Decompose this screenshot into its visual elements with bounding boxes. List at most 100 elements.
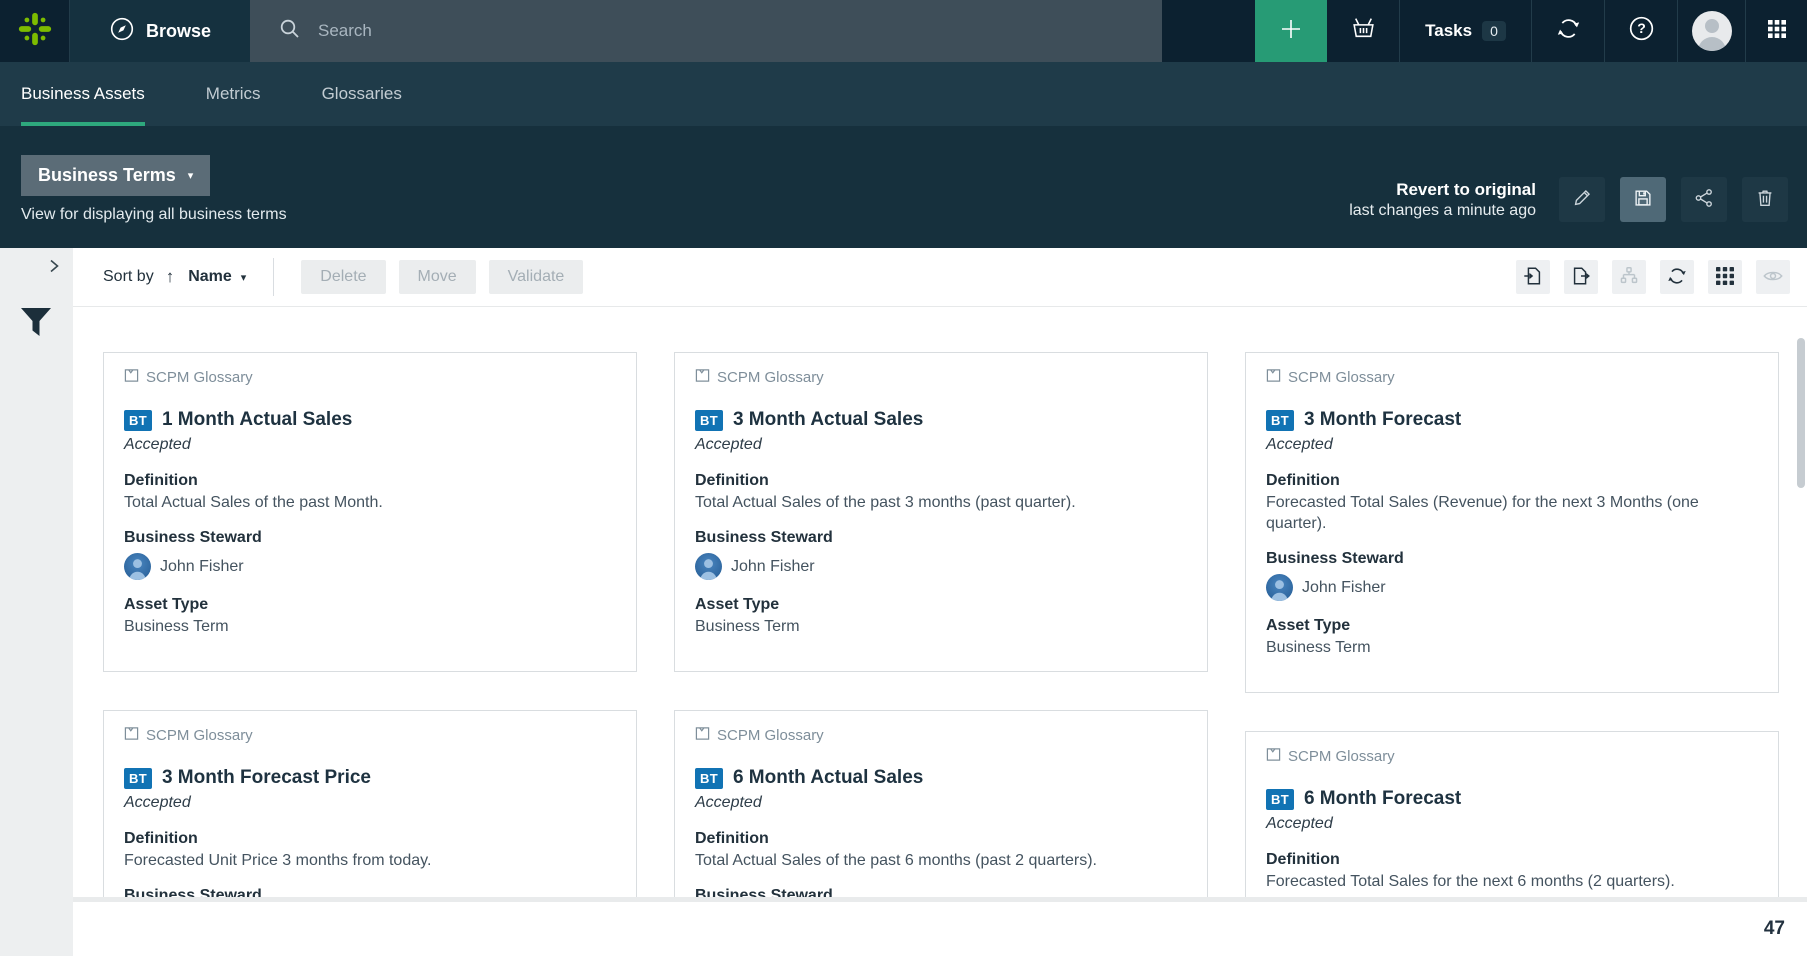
refresh-button[interactable] — [1660, 260, 1694, 294]
steward-label: Business Steward — [124, 885, 616, 897]
asset-type-section: Asset Type Business Term — [695, 594, 1187, 637]
definition-text: Total Actual Sales of the past Month. — [124, 492, 616, 513]
definition-label: Definition — [124, 828, 616, 850]
main-area: Sort by ↑ Name ▾ Delete Move Validate — [0, 248, 1807, 956]
tile-view-button[interactable] — [1708, 260, 1742, 294]
import-button[interactable] — [1516, 260, 1550, 294]
sort-field-dropdown[interactable]: Name ▾ — [188, 268, 246, 286]
glossary-icon — [1266, 747, 1281, 766]
view-selector-button[interactable]: Business Terms ▾ — [21, 155, 210, 196]
domain-name: SCPM Glossary — [1288, 369, 1395, 386]
export-button[interactable] — [1564, 260, 1598, 294]
result-count: 47 — [1764, 918, 1785, 940]
card-title[interactable]: 3 Month Forecast Price — [162, 767, 371, 789]
definition-text: Forecasted Unit Price 3 months from toda… — [124, 850, 616, 871]
help-button[interactable]: ? — [1604, 0, 1677, 62]
tab-business-assets[interactable]: Business Assets — [21, 62, 145, 126]
data-basket-button[interactable] — [1327, 0, 1399, 62]
asset-type-value: Business Term — [124, 616, 616, 637]
glossary-icon — [124, 368, 139, 387]
grid-view-icon — [1715, 266, 1735, 289]
preview-button[interactable] — [1756, 260, 1790, 294]
share-view-button[interactable] — [1681, 177, 1727, 222]
search-input[interactable] — [318, 21, 1144, 41]
create-button[interactable] — [1255, 0, 1327, 62]
revert-to-original-link[interactable]: Revert to original last changes a minute… — [1349, 179, 1536, 221]
browse-menu-button[interactable]: Browse — [70, 0, 250, 62]
svg-text:?: ? — [1637, 20, 1646, 36]
hierarchy-view-button[interactable] — [1612, 260, 1646, 294]
glossary-icon — [124, 726, 139, 745]
asset-type-badge: BT — [124, 410, 152, 431]
tasks-button[interactable]: Tasks 0 — [1399, 0, 1531, 62]
steward-label: Business Steward — [124, 527, 616, 549]
definition-label: Definition — [124, 470, 616, 492]
steward-label: Business Steward — [695, 885, 1187, 897]
steward-label: Business Steward — [1266, 548, 1758, 570]
save-view-button[interactable] — [1620, 177, 1666, 222]
card-title[interactable]: 3 Month Forecast — [1304, 409, 1461, 431]
sort-ascending-icon[interactable]: ↑ — [166, 267, 175, 287]
validate-button[interactable]: Validate — [489, 260, 584, 294]
search-icon — [278, 17, 302, 46]
delete-view-button[interactable] — [1742, 177, 1788, 222]
filter-rail — [0, 248, 73, 956]
steward-name: John Fisher — [160, 558, 244, 576]
definition-label: Definition — [1266, 470, 1758, 492]
save-icon — [1632, 187, 1654, 212]
card-domain: SCPM Glossary — [1266, 747, 1758, 766]
definition-section: Definition Total Actual Sales of the pas… — [124, 470, 616, 513]
tasks-count-badge: 0 — [1482, 21, 1506, 41]
apps-grid-button[interactable] — [1745, 0, 1807, 62]
sync-status-button[interactable] — [1531, 0, 1604, 62]
definition-section: Definition Forecasted Unit Price 3 month… — [124, 828, 616, 871]
content-area: Sort by ↑ Name ▾ Delete Move Validate — [73, 248, 1807, 956]
definition-text: Forecasted Total Sales (Revenue) for the… — [1266, 492, 1758, 534]
card-title[interactable]: 1 Month Actual Sales — [162, 409, 352, 431]
asset-card[interactable]: SCPM Glossary BT 6 Month Forecast Accept… — [1245, 731, 1779, 897]
help-icon: ? — [1628, 15, 1655, 47]
asset-card[interactable]: SCPM Glossary BT 1 Month Actual Sales Ac… — [103, 352, 637, 672]
vertical-scrollbar-thumb[interactable] — [1797, 338, 1805, 488]
top-navbar: Browse Tasks 0 — [0, 0, 1807, 62]
tasks-label: Tasks — [1425, 21, 1472, 41]
edit-view-button[interactable] — [1559, 177, 1605, 222]
card-title[interactable]: 6 Month Actual Sales — [733, 767, 923, 789]
domain-name: SCPM Glossary — [146, 369, 253, 386]
toolbar-divider — [273, 258, 274, 296]
asset-card[interactable]: SCPM Glossary BT 6 Month Actual Sales Ac… — [674, 710, 1208, 897]
card-title[interactable]: 6 Month Forecast — [1304, 788, 1461, 810]
tab-label: Glossaries — [322, 84, 402, 104]
steward-section: Business Steward John Fisher — [124, 527, 616, 580]
app-logo[interactable] — [0, 0, 70, 62]
steward-section: Business Steward — [124, 885, 616, 897]
delete-button[interactable]: Delete — [301, 260, 385, 294]
results-footer: 47 — [73, 897, 1807, 956]
move-button[interactable]: Move — [399, 260, 476, 294]
expand-panel-button[interactable] — [44, 256, 64, 281]
steward-avatar — [695, 553, 722, 580]
asset-card[interactable]: SCPM Glossary BT 3 Month Forecast Accept… — [1245, 352, 1779, 693]
definition-section: Definition Total Actual Sales of the pas… — [695, 470, 1187, 513]
navbar-spacer — [1162, 0, 1255, 62]
plus-icon — [1278, 16, 1304, 47]
tab-metrics[interactable]: Metrics — [206, 62, 261, 126]
filter-funnel-icon[interactable] — [18, 304, 54, 345]
asset-card[interactable]: SCPM Glossary BT 3 Month Actual Sales Ac… — [674, 352, 1208, 672]
tab-glossaries[interactable]: Glossaries — [322, 62, 402, 126]
domain-name: SCPM Glossary — [717, 727, 824, 744]
card-title[interactable]: 3 Month Actual Sales — [733, 409, 923, 431]
export-icon — [1570, 265, 1592, 290]
domain-name: SCPM Glossary — [1288, 748, 1395, 765]
user-menu-button[interactable] — [1677, 0, 1745, 62]
asset-type-badge: BT — [695, 410, 723, 431]
asset-type-label: Asset Type — [695, 594, 1187, 616]
definition-section: Definition Forecasted Total Sales (Reven… — [1266, 470, 1758, 534]
asset-card[interactable]: SCPM Glossary BT 3 Month Forecast Price … — [103, 710, 637, 897]
card-domain: SCPM Glossary — [124, 368, 616, 387]
asset-type-badge: BT — [124, 768, 152, 789]
global-search[interactable] — [250, 0, 1162, 62]
asset-type-value: Business Term — [1266, 637, 1758, 658]
results-toolbar: Sort by ↑ Name ▾ Delete Move Validate — [73, 248, 1807, 307]
card-domain: SCPM Glossary — [1266, 368, 1758, 387]
